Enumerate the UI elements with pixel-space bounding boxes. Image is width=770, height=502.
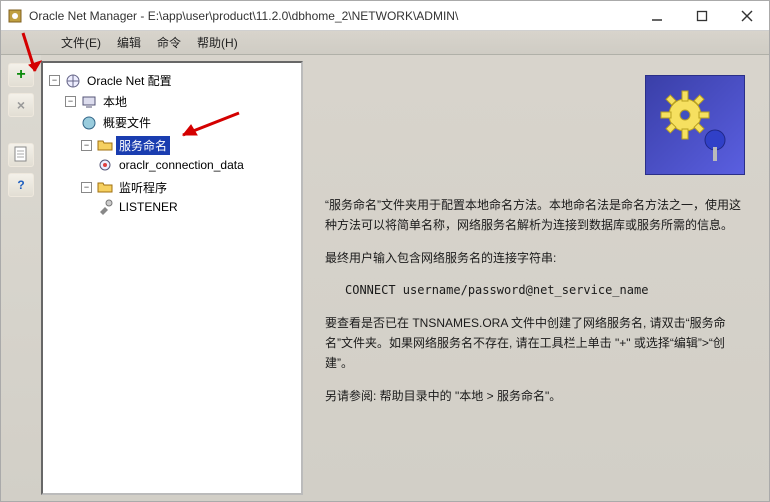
close-button[interactable] (724, 1, 769, 30)
titlebar: Oracle Net Manager - E:\app\user\product… (1, 1, 769, 31)
minimize-button[interactable] (634, 1, 679, 30)
tree-panel[interactable]: − Oracle Net 配置 − (41, 61, 303, 495)
tree-profile[interactable]: 概要文件 (81, 113, 154, 132)
help-button[interactable]: ? (8, 173, 34, 197)
connect-example: CONNECT username/password@net_service_na… (325, 280, 745, 300)
collapse-icon[interactable]: − (65, 96, 76, 107)
tree-listener[interactable]: LISTENER (97, 199, 181, 215)
cross-icon: × (17, 97, 25, 113)
window-title: Oracle Net Manager - E:\app\user\product… (29, 9, 634, 23)
nav-tree: − Oracle Net 配置 − (47, 71, 297, 218)
desc-p4: 另请参阅: 帮助目录中的 "本地 > 服务命名"。 (325, 386, 745, 406)
computer-icon (81, 94, 97, 110)
menu-command[interactable]: 命令 (151, 32, 187, 53)
vertical-toolbar: + × ? (1, 55, 41, 501)
doc-button[interactable] (8, 143, 34, 167)
folder-open-icon (97, 137, 113, 153)
tree-service-naming[interactable]: − 服务命名 (81, 136, 170, 155)
collapse-icon[interactable]: − (49, 75, 60, 86)
wrench-icon (97, 199, 113, 215)
folder-open-icon (97, 179, 113, 195)
menu-file[interactable]: 文件(E) (55, 32, 107, 53)
maximize-button[interactable] (679, 1, 724, 30)
desc-p1: “服务命名”文件夹用于配置本地命名方法。本地命名法是命名方法之一，使用这种方法可… (325, 195, 745, 236)
globe-network-icon (65, 73, 81, 89)
collapse-icon[interactable]: − (81, 140, 92, 151)
app-icon (7, 8, 23, 24)
menu-edit[interactable]: 编辑 (111, 32, 147, 53)
tree-local[interactable]: − 本地 (65, 92, 130, 111)
menu-help[interactable]: 帮助(H) (191, 32, 244, 53)
tree-listener-folder[interactable]: − 监听程序 (81, 178, 170, 197)
content-panel: “服务命名”文件夹用于配置本地命名方法。本地命名法是命名方法之一，使用这种方法可… (307, 61, 763, 495)
service-icon (97, 157, 113, 173)
desc-p3: 要查看是否已在 TNSNAMES.ORA 文件中创建了网络服务名, 请双击“服务… (325, 313, 745, 374)
desc-p2: 最终用户输入包含网络服务名的连接字符串: (325, 248, 745, 268)
add-button[interactable]: + (8, 63, 34, 87)
globe-icon (81, 115, 97, 131)
collapse-icon[interactable]: − (81, 182, 92, 193)
tree-root[interactable]: − Oracle Net 配置 (49, 71, 175, 90)
gear-illustration (645, 75, 745, 175)
tree-conn-data[interactable]: oraclr_connection_data (97, 157, 247, 173)
doc-icon (14, 146, 28, 165)
app-window: Oracle Net Manager - E:\app\user\product… (0, 0, 770, 502)
plus-icon: + (16, 66, 25, 84)
delete-button[interactable]: × (8, 93, 34, 117)
window-controls (634, 1, 769, 30)
body: + × ? − (1, 55, 769, 501)
question-icon: ? (17, 178, 24, 192)
menubar: 文件(E) 编辑 命令 帮助(H) (1, 31, 769, 55)
description: “服务命名”文件夹用于配置本地命名方法。本地命名法是命名方法之一，使用这种方法可… (325, 195, 745, 406)
